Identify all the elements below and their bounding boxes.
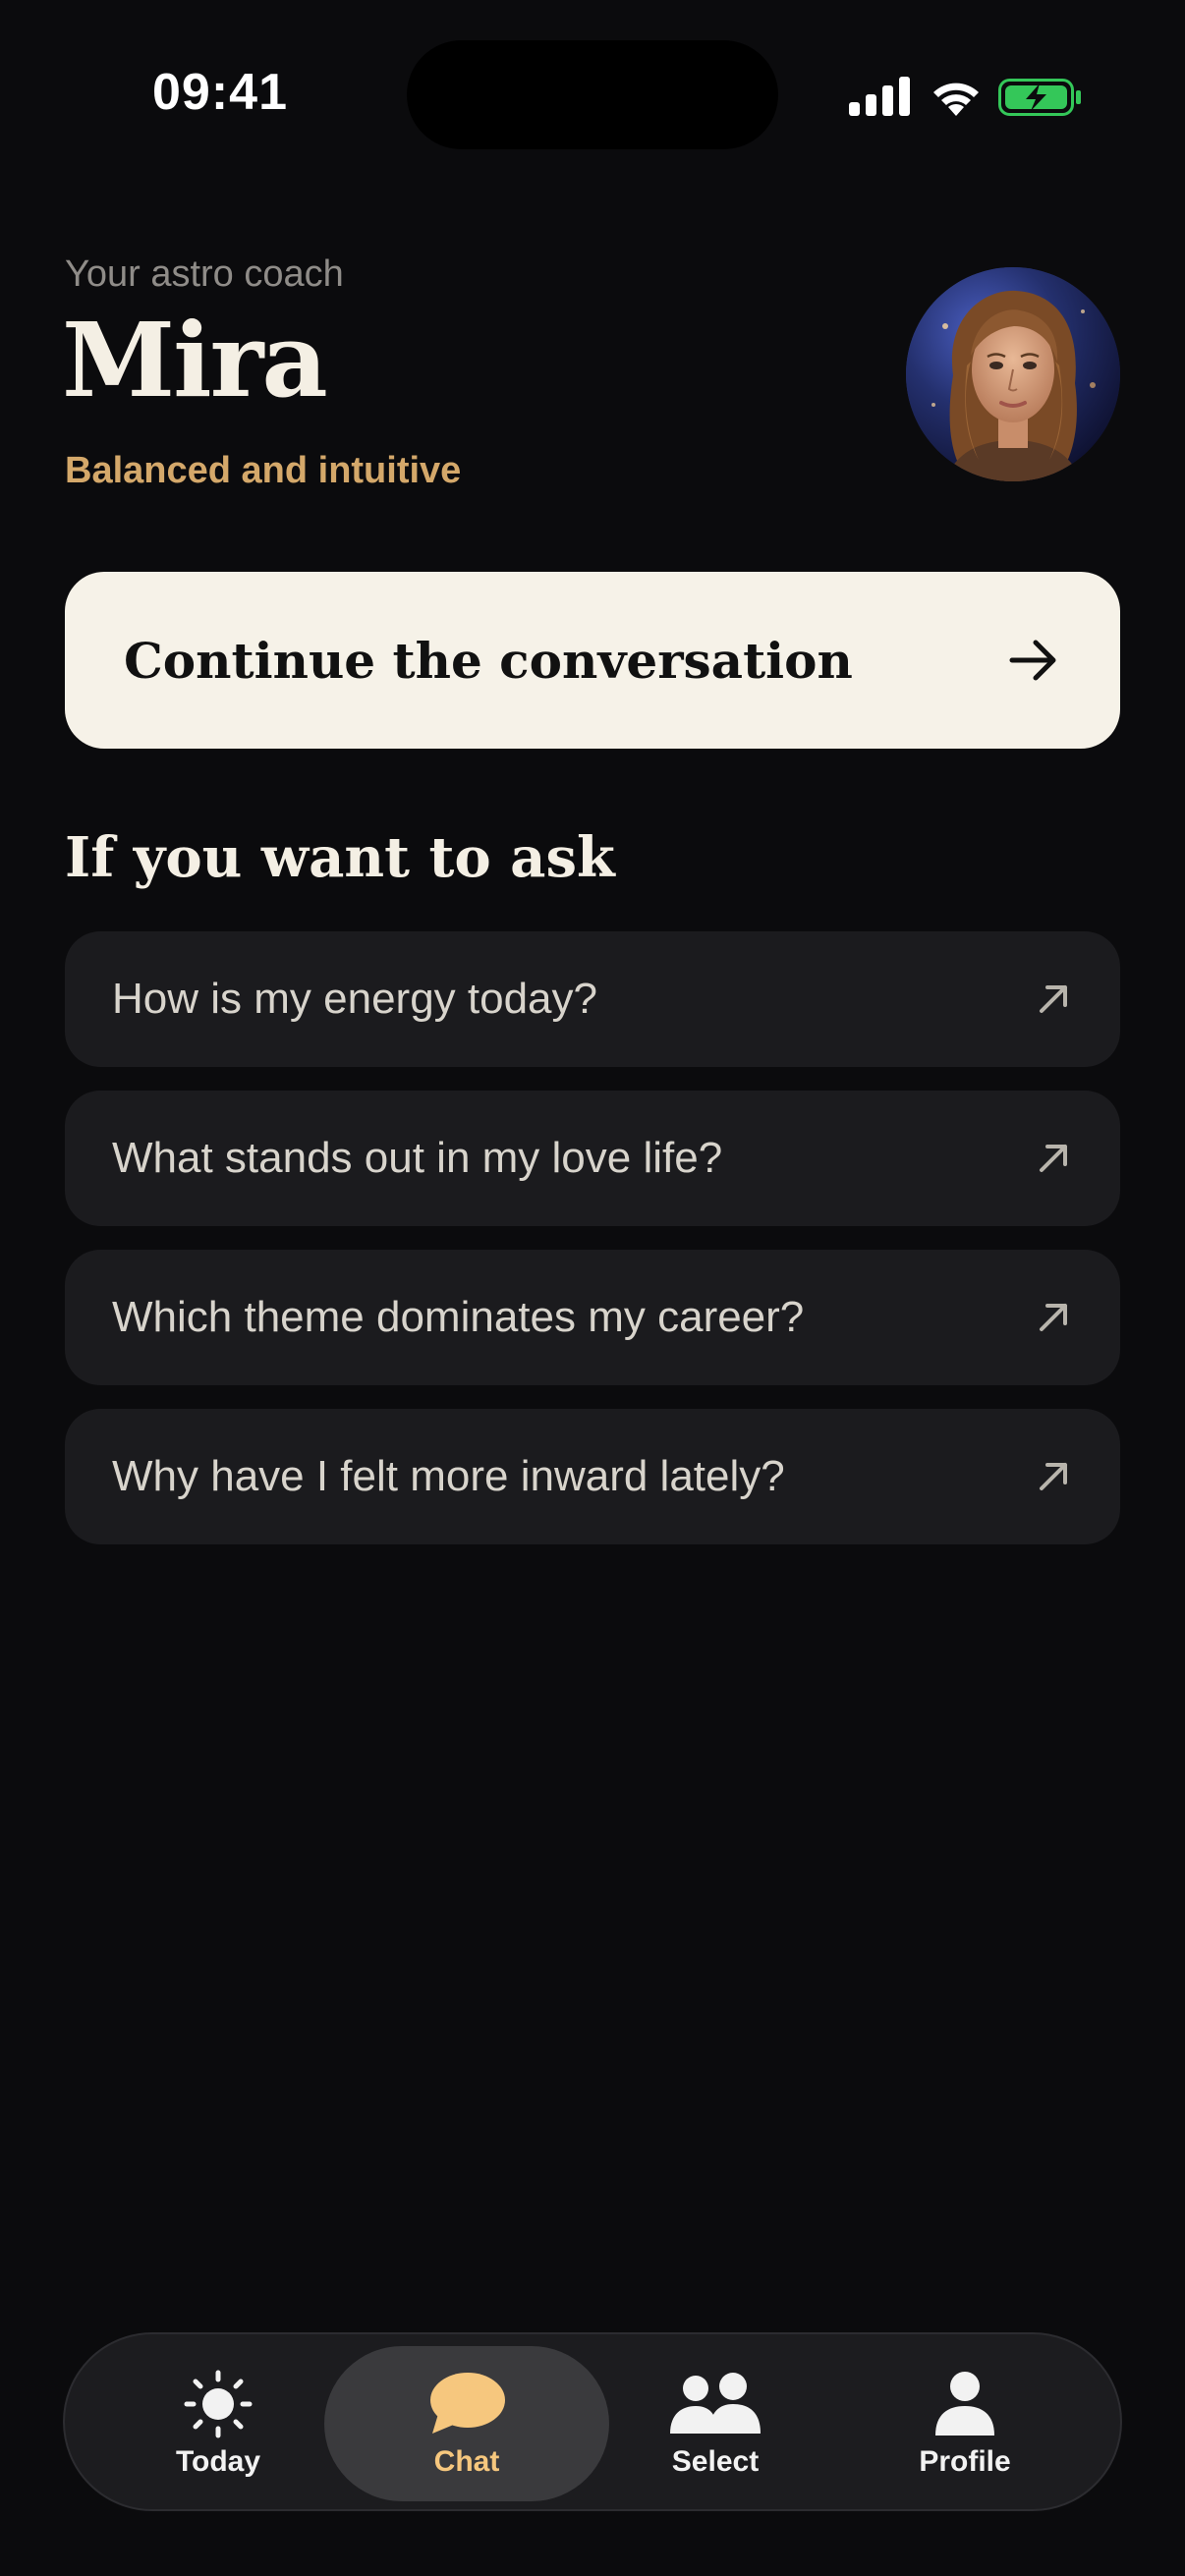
person-icon: [935, 2372, 994, 2436]
wifi-icon: [933, 83, 979, 116]
arrow-right-icon: [1009, 640, 1056, 681]
question-card[interactable]: How is my energy today?: [65, 931, 1120, 1067]
question-text: Which theme dominates my career?: [112, 1293, 805, 1341]
tab-chat[interactable]: Chat: [324, 2346, 609, 2501]
coach-subtitle: Your astro coach: [65, 253, 344, 295]
dynamic-island: [407, 40, 778, 149]
tab-label: Today: [175, 2445, 261, 2478]
tab-profile[interactable]: Profile: [822, 2346, 1107, 2501]
status-time: 09:41: [152, 64, 288, 121]
question-card[interactable]: Which theme dominates my career?: [65, 1250, 1120, 1385]
continue-conversation-label: Continue the conversation: [124, 631, 853, 690]
question-card[interactable]: Why have I felt more inward lately?: [65, 1409, 1120, 1544]
coach-avatar[interactable]: [906, 267, 1120, 481]
coach-name: Mira: [62, 300, 328, 420]
continue-conversation-button[interactable]: Continue the conversation: [65, 572, 1120, 749]
question-card[interactable]: What stands out in my love life?: [65, 1091, 1120, 1226]
suggested-questions-heading: If you want to ask: [65, 825, 615, 890]
arrow-up-right-icon: [1040, 1463, 1067, 1490]
question-text: What stands out in my love life?: [112, 1134, 723, 1182]
tab-label: Select: [671, 2445, 760, 2478]
tab-label: Chat: [433, 2445, 500, 2478]
tab-select[interactable]: Select: [573, 2346, 858, 2501]
people-icon: [670, 2373, 761, 2434]
sun-icon: [184, 2370, 253, 2438]
question-text: How is my energy today?: [112, 975, 597, 1023]
cellular-signal-icon: [849, 77, 910, 116]
tab-bar: Today Chat Select Profile: [63, 2332, 1122, 2511]
coach-tagline: Balanced and intuitive: [65, 450, 462, 491]
status-icons: [847, 75, 1083, 118]
chat-bubble-icon: [430, 2373, 505, 2434]
battery-charging-icon: [998, 79, 1081, 116]
arrow-up-right-icon: [1040, 1304, 1067, 1331]
question-text: Why have I felt more inward lately?: [112, 1452, 785, 1500]
arrow-up-right-icon: [1040, 1145, 1067, 1172]
tab-today[interactable]: Today: [76, 2346, 361, 2501]
tab-label: Profile: [919, 2445, 1011, 2478]
arrow-up-right-icon: [1040, 985, 1067, 1013]
